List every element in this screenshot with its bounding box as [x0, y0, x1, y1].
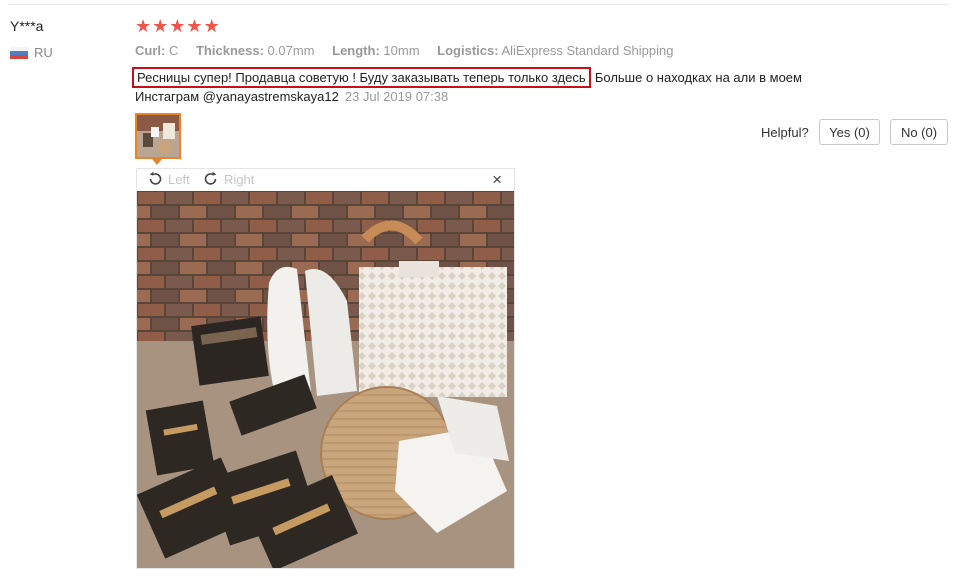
- highlighted-review-text: Ресницы супер! Продавца советую ! Буду з…: [132, 67, 591, 88]
- reviewer-country: RU: [10, 45, 53, 60]
- review-text-line-2: Инстаграм @yanayastremskaya12 23 Jul 2019…: [135, 89, 449, 104]
- star-rating: ★ ★ ★ ★ ★: [135, 16, 220, 36]
- attr-logistics: Logistics: AliExpress Standard Shipping: [437, 43, 674, 58]
- review-photo: [137, 191, 514, 568]
- russia-flag-icon: [10, 46, 28, 59]
- top-divider: [8, 4, 948, 5]
- rotate-left-icon: [149, 171, 162, 185]
- reviewer-name: Y***a: [10, 18, 44, 34]
- star-icon: ★: [152, 16, 169, 36]
- review-text: Ресницы супер! Продавца советую ! Буду з…: [132, 67, 855, 88]
- helpful-label: Helpful?: [761, 125, 809, 140]
- photo-viewer-toolbar: Left Right ×: [137, 169, 514, 191]
- photo-viewer: Left Right ×: [136, 168, 515, 569]
- star-icon: ★: [186, 16, 203, 36]
- rotate-left-button[interactable]: Left: [147, 171, 190, 187]
- star-icon: ★: [169, 16, 186, 36]
- attr-thickness: Thickness: 0.07mm: [195, 43, 315, 58]
- rotate-right-button[interactable]: Right: [203, 171, 254, 187]
- close-icon[interactable]: ×: [492, 170, 502, 190]
- country-code: RU: [34, 45, 53, 60]
- rotate-right-icon: [204, 171, 217, 185]
- review-date: 23 Jul 2019 07:38: [344, 89, 449, 104]
- attr-curl: Curl: C: [135, 43, 179, 58]
- helpful-no-button[interactable]: No (0): [890, 119, 948, 145]
- thumbnail-caret: [152, 159, 162, 165]
- review-text-rest: . Больше о находках на али в моем: [587, 70, 802, 85]
- helpful-yes-button[interactable]: Yes (0): [819, 119, 880, 145]
- review-photo-thumbnail[interactable]: [135, 113, 181, 159]
- attr-length: Length: 10mm: [332, 43, 420, 58]
- star-icon: ★: [135, 16, 152, 36]
- star-icon: ★: [203, 16, 220, 36]
- product-attributes: Curl: C Thickness: 0.07mm Length: 10mm L…: [135, 43, 687, 58]
